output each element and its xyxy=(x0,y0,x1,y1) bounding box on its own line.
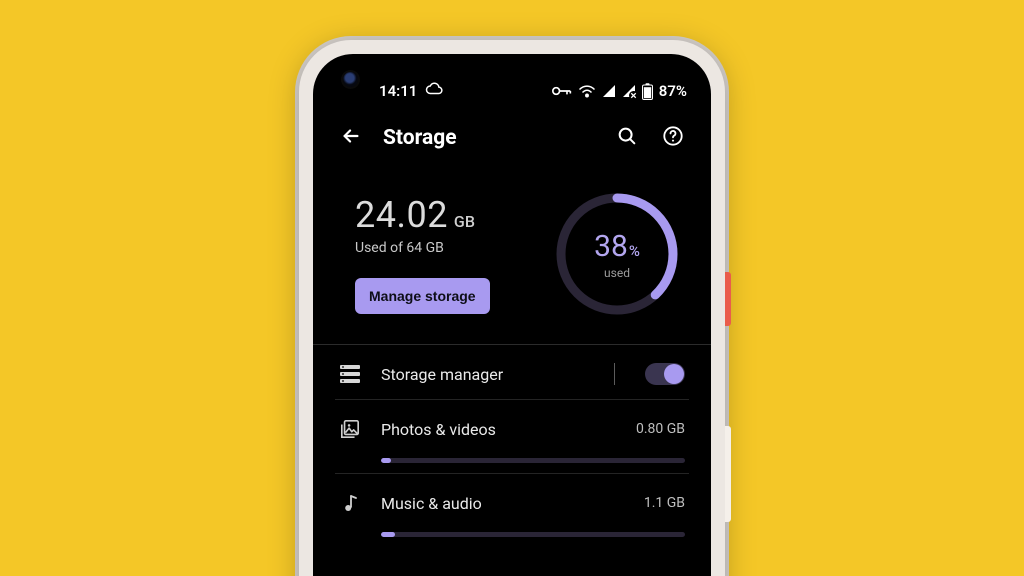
row-photos-videos[interactable]: Photos & videos 0.80 GB xyxy=(335,400,689,450)
photos-usage-bar xyxy=(381,458,685,463)
used-value: 24.02 xyxy=(355,194,448,236)
row-label: Music & audio xyxy=(381,494,482,513)
row-label: Storage manager xyxy=(381,365,503,384)
status-bar: 14:11 xyxy=(313,54,711,110)
vertical-separator xyxy=(614,363,615,385)
phone-screen: 14:11 xyxy=(313,54,711,576)
status-bar-right: 87% xyxy=(552,82,687,100)
signal-sim1-icon xyxy=(602,84,616,98)
device-power-button xyxy=(725,272,731,326)
usage-ring: 38 % used xyxy=(553,190,681,318)
row-storage-manager[interactable]: Storage manager xyxy=(335,345,689,395)
used-amount: 24.02 GB xyxy=(355,194,475,236)
ring-percent-sign: % xyxy=(629,242,640,260)
ring-percent: 38 xyxy=(594,229,628,264)
back-button[interactable] xyxy=(337,124,365,152)
ring-sub-label: used xyxy=(604,266,630,280)
arrow-left-icon xyxy=(340,125,362,151)
vpn-key-icon xyxy=(552,84,572,98)
row-music-audio[interactable]: Music & audio 1.1 GB xyxy=(335,474,689,524)
search-button[interactable] xyxy=(613,124,641,152)
wifi-icon xyxy=(578,84,596,98)
storage-summary: 24.02 GB Used of 64 GB Manage storage 38… xyxy=(313,162,711,344)
used-subtext: Used of 64 GB xyxy=(355,240,444,256)
battery-percentage: 87% xyxy=(659,82,687,100)
front-camera xyxy=(343,72,358,87)
storage-manager-toggle[interactable] xyxy=(645,363,685,385)
page-title: Storage xyxy=(383,126,457,150)
row-label: Photos & videos xyxy=(381,420,496,439)
search-icon xyxy=(616,125,638,151)
cloud-backup-icon xyxy=(425,80,443,102)
music-icon xyxy=(339,492,361,514)
category-list: Storage manager Photos & videos 0. xyxy=(313,345,711,537)
clock: 14:11 xyxy=(379,82,417,100)
row-value: 1.1 GB xyxy=(644,495,685,511)
storage-manager-icon xyxy=(339,363,361,385)
phone-device-frame: 14:11 xyxy=(299,40,725,576)
music-usage-bar xyxy=(381,532,685,537)
status-bar-left: 14:11 xyxy=(379,80,443,102)
photos-icon xyxy=(339,418,361,440)
signal-sim2-icon xyxy=(622,84,636,98)
help-icon xyxy=(662,125,684,151)
manage-storage-button[interactable]: Manage storage xyxy=(355,278,490,314)
device-volume-button xyxy=(725,426,731,522)
battery-icon xyxy=(642,83,653,100)
help-button[interactable] xyxy=(659,124,687,152)
app-bar: Storage xyxy=(313,110,711,162)
row-value: 0.80 GB xyxy=(636,421,685,437)
used-unit: GB xyxy=(454,212,475,231)
